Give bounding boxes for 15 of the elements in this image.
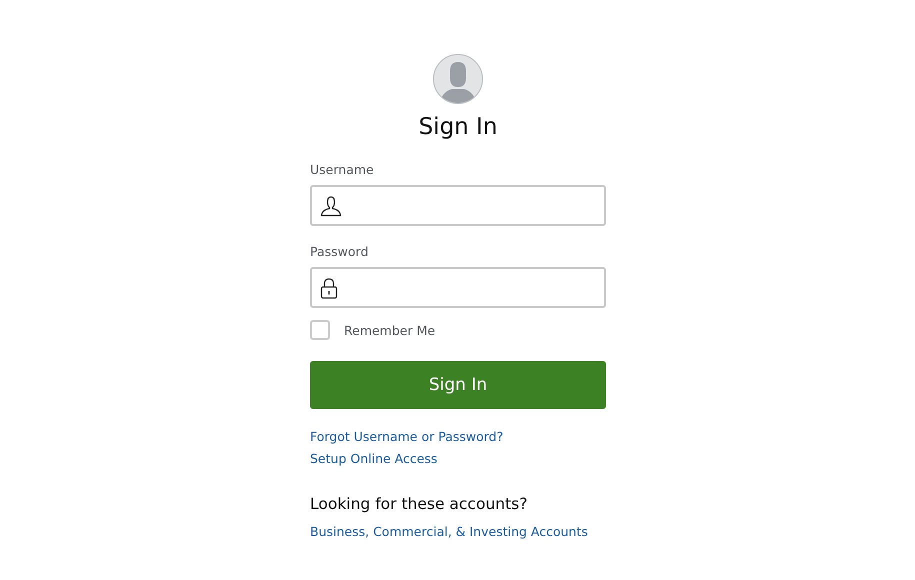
username-field[interactable]	[310, 185, 606, 226]
password-field[interactable]	[310, 267, 606, 308]
sign-in-button[interactable]: Sign In	[310, 361, 606, 409]
remember-label: Remember Me	[344, 322, 436, 338]
avatar-icon	[433, 54, 483, 104]
user-icon	[320, 194, 342, 216]
accounts-link[interactable]: Business, Commercial, & Investing Accounts	[310, 523, 588, 540]
link[interactable]: Forgot Username or Password?	[310, 428, 504, 445]
field-label: Password	[310, 243, 370, 260]
page-title: Sign In	[418, 113, 498, 142]
lock-icon	[320, 276, 338, 298]
link[interactable]: Setup Online Access	[310, 450, 504, 467]
field-label: Username	[310, 161, 375, 178]
section-heading: Looking for these accounts?	[310, 494, 528, 514]
checkbox[interactable]	[310, 320, 330, 340]
